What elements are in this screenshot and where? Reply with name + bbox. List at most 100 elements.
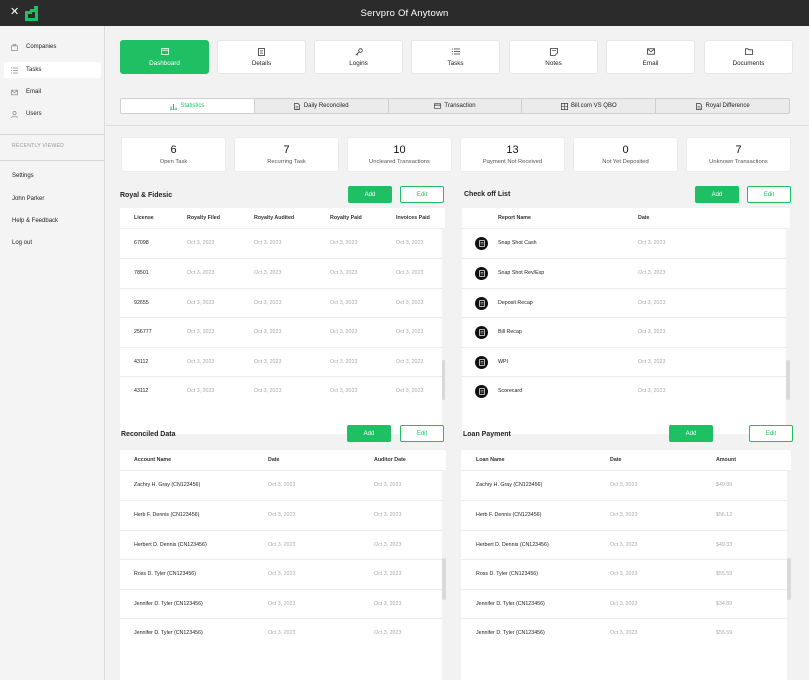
stat-not-yet-deposited[interactable]: 0 Not Yet Deposited xyxy=(573,137,678,172)
cell-date: Oct 3, 2023 xyxy=(254,300,282,307)
user-profile-link[interactable]: John Parker xyxy=(12,196,44,202)
main-content: Dashboard Details Logins Tasks Notes Ema… xyxy=(105,26,809,680)
subtab-daily-reconciled[interactable]: Daily Reconciled xyxy=(253,98,389,114)
table-header: Report Name Date xyxy=(462,208,790,228)
cell-date: Oct 3, 2023 xyxy=(187,359,215,366)
table-row[interactable]: Snap Shot Cash Oct 3, 2023 xyxy=(462,228,790,258)
table-row[interactable]: Zachry H. Gray (CN123456) Oct 3, 2023 $4… xyxy=(461,470,791,500)
col-date: Date xyxy=(268,457,280,463)
sidebar-item-label: Email xyxy=(26,89,42,95)
grid-icon xyxy=(560,102,568,110)
cell-date: Oct 3, 2023 xyxy=(374,542,402,549)
cell-date: Oct 3, 2023 xyxy=(638,240,666,247)
table-row[interactable]: Herb F. Dennis (CN123456) Oct 3, 2023 $5… xyxy=(461,500,791,530)
tab-documents[interactable]: Documents xyxy=(704,40,793,74)
table-row[interactable]: 256777 Oct 3, 2023 Oct 3, 2023 Oct 3, 20… xyxy=(120,317,445,347)
cell-license: 256777 xyxy=(134,329,152,336)
scrollbar-thumb[interactable] xyxy=(442,558,446,600)
scrollbar-thumb[interactable] xyxy=(786,360,790,400)
scrollbar-track[interactable] xyxy=(786,228,790,434)
table-row[interactable]: Deposit Recap Oct 3, 2023 xyxy=(462,288,790,318)
cell-date: Oct 3, 2023 xyxy=(396,240,424,247)
table-row[interactable]: Ross D. Tyler (CN123456) Oct 3, 2023 Oct… xyxy=(120,559,446,589)
logout-link[interactable]: Log out xyxy=(12,240,32,246)
table-row[interactable]: Bill Recap Oct 3, 2023 xyxy=(462,317,790,347)
table-row[interactable]: 43112 Oct 3, 2023 Oct 3, 2023 Oct 3, 202… xyxy=(120,347,445,377)
file-icon xyxy=(695,102,702,110)
table-row[interactable]: Snap Shot Rev/Exp Oct 3, 2023 xyxy=(462,258,790,288)
sidebar-item-users[interactable]: Users xyxy=(4,106,101,122)
window-icon xyxy=(160,48,169,56)
table-row[interactable]: Jennifer D. Tyler (CN123456) Oct 3, 2023… xyxy=(461,618,791,648)
royal-edit-button[interactable]: Edit xyxy=(400,186,444,203)
table-row[interactable]: 92655 Oct 3, 2023 Oct 3, 2023 Oct 3, 202… xyxy=(120,288,445,318)
cell-date: Oct 3, 2023 xyxy=(187,300,215,307)
cell-date: Oct 3, 2023 xyxy=(330,300,358,307)
chart-icon xyxy=(170,103,178,110)
loan-edit-button[interactable]: Edit xyxy=(749,425,793,442)
report-icon xyxy=(475,266,488,280)
table-row[interactable]: Jennifer D. Tyler (CN123456) Oct 3, 2023… xyxy=(120,618,446,648)
cell-date: Oct 3, 2023 xyxy=(610,482,638,489)
stat-recurring-task[interactable]: 7 Recurring Task xyxy=(234,137,339,172)
tab-email[interactable]: Email xyxy=(606,40,695,74)
scrollbar-thumb[interactable] xyxy=(442,360,445,400)
loan-add-button[interactable]: Add xyxy=(669,425,713,442)
cell-date: Oct 3, 2023 xyxy=(330,270,358,277)
cell-date: Oct 3, 2023 xyxy=(374,482,402,489)
checkoff-add-button[interactable]: Add xyxy=(695,186,739,203)
folder-icon xyxy=(744,48,753,56)
stat-uncleared-transactions[interactable]: 10 Uncleared Transactions xyxy=(347,137,452,172)
scrollbar-thumb[interactable] xyxy=(787,558,791,600)
table-row[interactable]: Jennifer D. Tyler (CN123456) Oct 3, 2023… xyxy=(120,589,446,619)
help-feedback-link[interactable]: Help & Feedback xyxy=(12,218,58,224)
settings-link[interactable]: Settings xyxy=(12,173,34,179)
tab-tasks[interactable]: Tasks xyxy=(411,40,500,74)
scrollbar-track[interactable] xyxy=(442,228,445,434)
sidebar: Companies Tasks Email Users RECENTLY VIE… xyxy=(0,26,105,680)
cell-date: Oct 3, 2023 xyxy=(330,388,358,395)
cell-account-name: Zachry H. Gray (CN123456) xyxy=(134,482,201,489)
sidebar-item-tasks[interactable]: Tasks xyxy=(4,62,101,78)
table-row[interactable]: Herb F. Dennis (CN123456) Oct 3, 2023 Oc… xyxy=(120,500,446,530)
table-row[interactable]: Scorecard Oct 3, 2023 xyxy=(462,376,790,406)
reconciled-add-button[interactable]: Add xyxy=(347,425,391,442)
cell-date: Oct 3, 2023 xyxy=(268,630,296,637)
sidebar-item-companies[interactable]: Companies xyxy=(4,39,101,55)
subtab-transaction[interactable]: Transaction xyxy=(387,98,523,114)
cell-date: Oct 3, 2023 xyxy=(396,270,424,277)
reconciled-data-table: Account Name Date Auditor Date Zachry H.… xyxy=(120,450,446,680)
cell-date: Oct 3, 2023 xyxy=(374,512,402,519)
table-row[interactable]: Jennifer D. Tyler (CN123456) Oct 3, 2023… xyxy=(461,589,791,619)
stat-unknown-transactions[interactable]: 7 Unknown Transactions xyxy=(686,137,791,172)
tab-notes[interactable]: Notes xyxy=(509,40,598,74)
table-header: License Royalty Filed Royalty Audited Ro… xyxy=(120,208,445,228)
table-row[interactable]: WPI Oct 3, 2023 xyxy=(462,347,790,377)
tab-details[interactable]: Details xyxy=(217,40,306,74)
sidebar-item-email[interactable]: Email xyxy=(4,84,101,100)
table-row[interactable]: Herbert D. Dennis (CN123456) Oct 3, 2023… xyxy=(120,530,446,560)
stat-open-task[interactable]: 6 Open Task xyxy=(121,137,226,172)
tab-dashboard[interactable]: Dashboard xyxy=(120,40,209,74)
col-invoices-paid: Invoices Paid xyxy=(396,215,430,221)
table-row[interactable]: Herbert D. Dennis (CN123456) Oct 3, 2023… xyxy=(461,530,791,560)
royal-add-button[interactable]: Add xyxy=(348,186,392,203)
subtab-bill-vs-qbo[interactable]: Bill.com VS QBO xyxy=(521,98,657,114)
reconciled-edit-button[interactable]: Edit xyxy=(400,425,444,442)
stat-payment-not-received[interactable]: 13 Payment Not Received xyxy=(460,137,565,172)
table-row[interactable]: 67098 Oct 3, 2023 Oct 3, 2023 Oct 3, 202… xyxy=(120,228,445,258)
subtab-statistics[interactable]: Statistics xyxy=(120,98,255,114)
cell-date: Oct 3, 2023 xyxy=(396,359,424,366)
subtab-royal-difference[interactable]: Royal Difference xyxy=(655,98,790,114)
table-row[interactable]: Ross D. Tyler (CN123456) Oct 3, 2023 $55… xyxy=(461,559,791,589)
cell-date: Oct 3, 2023 xyxy=(254,388,282,395)
cell-amount: $55.59 xyxy=(716,571,733,578)
cell-loan-name: Zachry H. Gray (CN123456) xyxy=(476,482,543,489)
checkoff-edit-button[interactable]: Edit xyxy=(747,186,791,203)
table-row[interactable]: 43112 Oct 3, 2023 Oct 3, 2023 Oct 3, 202… xyxy=(120,376,445,406)
stat-label: Not Yet Deposited xyxy=(602,159,649,165)
table-row[interactable]: Zachry H. Gray (CN123456) Oct 3, 2023 Oc… xyxy=(120,470,446,500)
cell-date: Oct 3, 2023 xyxy=(268,542,296,549)
table-row[interactable]: 78501 Oct 3, 2023 Oct 3, 2023 Oct 3, 202… xyxy=(120,258,445,288)
tab-logins[interactable]: Logins xyxy=(314,40,403,74)
